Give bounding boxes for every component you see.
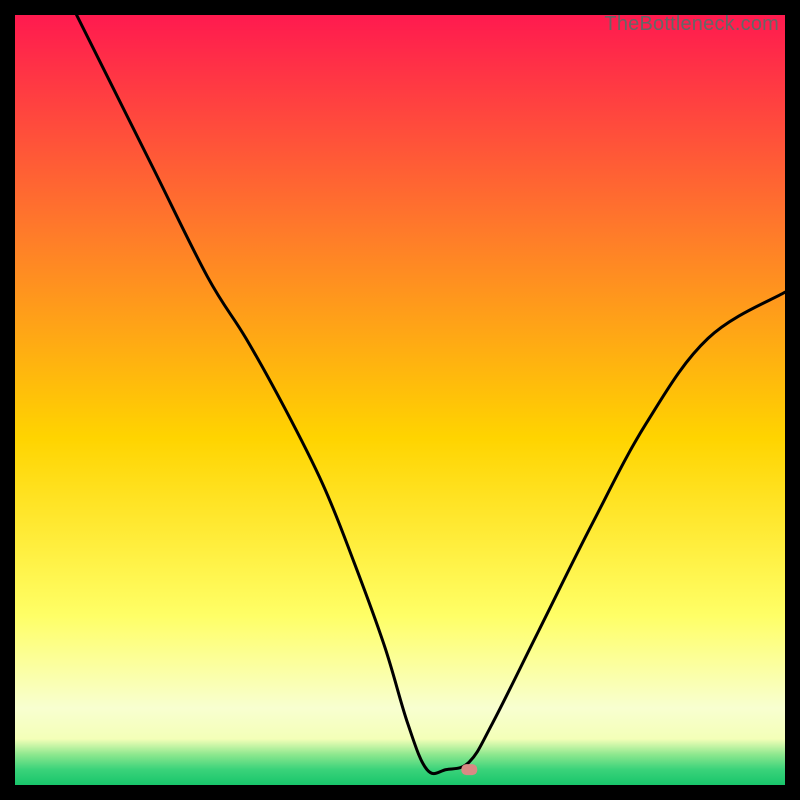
gradient-background bbox=[15, 15, 785, 785]
optimal-point-marker bbox=[461, 764, 477, 775]
bottleneck-chart bbox=[15, 15, 785, 785]
chart-frame: TheBottleneck.com bbox=[15, 15, 785, 785]
watermark-text: TheBottleneck.com bbox=[604, 13, 779, 36]
